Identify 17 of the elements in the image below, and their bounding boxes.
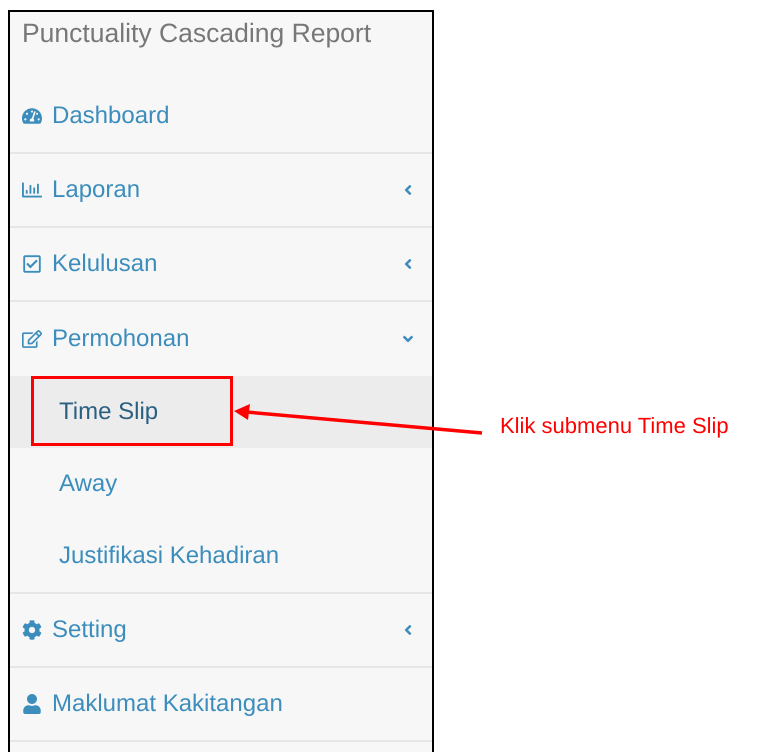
menu-item[interactable]: Laporan	[22, 176, 140, 204]
user-icon	[22, 694, 42, 714]
dashboard-icon	[22, 106, 42, 126]
submenu-item[interactable]: Away	[59, 470, 118, 498]
menu-item[interactable]: Setting	[22, 616, 127, 644]
submenu-item[interactable]: Justifikasi Kehadiran	[59, 542, 280, 570]
edit-icon	[22, 329, 42, 349]
menu-item[interactable]: Permohonan	[22, 325, 190, 353]
annotation-text: Klik submenu Time Slip	[500, 413, 729, 439]
sidebar-title: Punctuality Cascading Report	[21, 17, 372, 50]
settings-icon	[22, 620, 42, 640]
menu-item[interactable]: Kelulusan	[22, 250, 158, 278]
submenu-item[interactable]: Time Slip	[59, 398, 158, 426]
bar-chart-icon	[22, 180, 42, 200]
menu-item[interactable]: Maklumat Kakitangan	[22, 690, 283, 718]
checkbox-icon	[22, 254, 42, 274]
menu-item[interactable]: Dashboard	[22, 102, 170, 130]
